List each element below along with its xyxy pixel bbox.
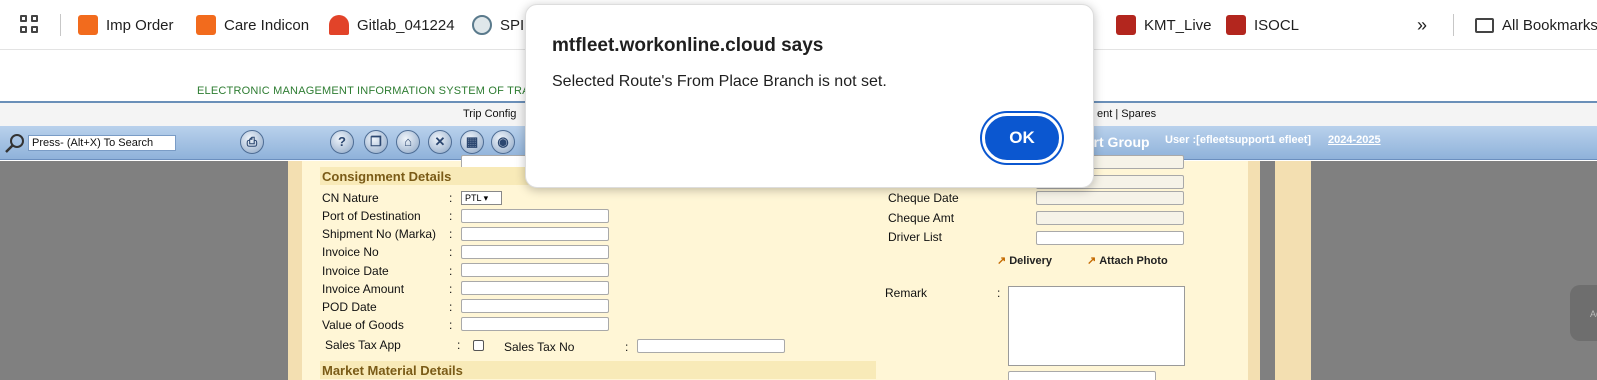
- external-link-icon: ↗: [997, 255, 1007, 267]
- invoice-amount-label: Invoice Amount: [322, 282, 405, 296]
- bookmark-label: Imp Order: [106, 16, 174, 34]
- bookmark-label: Gitlab_041224: [357, 16, 455, 34]
- orange-chart-icon: [196, 15, 216, 35]
- bookmark-kmt-live[interactable]: KMT_Live: [1116, 13, 1212, 37]
- content-area: Consignment Details CN Nature : PTL ▾ Po…: [0, 155, 1597, 380]
- delivery-link[interactable]: ↗ Delivery: [997, 254, 1052, 267]
- port-of-destination-input[interactable]: [461, 209, 609, 223]
- search-icon[interactable]: [4, 132, 26, 154]
- bookmark-label: ISOCL: [1254, 16, 1300, 34]
- bookmark-label: Care Indicon: [224, 16, 310, 34]
- partial-input[interactable]: [1008, 371, 1156, 380]
- calculator-icon[interactable]: ▦: [460, 130, 484, 154]
- colon: :: [449, 282, 453, 296]
- attach-photo-link[interactable]: ↗ Attach Photo: [1087, 254, 1168, 267]
- value-of-goods-label: Value of Goods: [322, 318, 404, 332]
- separator: [60, 14, 61, 36]
- camera-icon[interactable]: ◉: [491, 130, 515, 154]
- colon: :: [457, 338, 461, 352]
- port-of-destination-label: Port of Destination: [322, 209, 421, 223]
- driver-list-input[interactable]: [1036, 231, 1184, 245]
- colon: :: [625, 340, 629, 354]
- cheque-amt-label: Cheque Amt: [888, 211, 955, 225]
- folder-icon: [1475, 17, 1494, 33]
- print-icon[interactable]: ⎙: [240, 130, 264, 154]
- group-label: ort Group: [1085, 134, 1150, 150]
- cn-nature-label: CN Nature: [322, 191, 379, 205]
- app-banner: ELECTRONIC MANAGEMENT INFORMATION SYSTEM…: [197, 85, 530, 97]
- orange-chart-icon: [78, 15, 98, 35]
- help-icon[interactable]: ?: [330, 130, 354, 154]
- sales-tax-no-input[interactable]: [637, 339, 785, 353]
- bookmark-label: KMT_Live: [1144, 16, 1212, 34]
- remark-textarea[interactable]: [1008, 286, 1185, 366]
- colon: :: [449, 209, 453, 223]
- overflow-chevron-icon[interactable]: »: [1417, 13, 1427, 37]
- separator: [1453, 14, 1454, 36]
- search-input[interactable]: Press- (Alt+X) To Search: [28, 135, 176, 151]
- sales-tax-app-label: Sales Tax App: [325, 338, 401, 352]
- ok-button[interactable]: OK: [982, 113, 1062, 163]
- bookmark-spi[interactable]: SPI: [472, 13, 524, 37]
- user-label: User :[efleetsupport1 efleet]: [1165, 134, 1312, 146]
- invoice-amount-input[interactable]: [461, 281, 609, 295]
- pod-date-input[interactable]: [461, 299, 609, 313]
- dialog-title: mtfleet.workonline.cloud says: [552, 35, 824, 56]
- truck-icon: [1116, 15, 1136, 35]
- driver-list-label: Driver List: [888, 230, 943, 244]
- external-link-icon: ↗: [1087, 255, 1097, 267]
- side-tab-button[interactable]: Ad: [1570, 285, 1597, 341]
- apps-grid-icon[interactable]: [20, 15, 40, 35]
- bookmark-care-indicon[interactable]: Care Indicon: [196, 13, 309, 37]
- tools-icon[interactable]: ✕: [428, 130, 452, 154]
- menu-spares[interactable]: ent | Spares: [1097, 108, 1156, 120]
- colon: :: [449, 300, 453, 314]
- invoice-no-input[interactable]: [461, 245, 609, 259]
- invoice-date-input[interactable]: [461, 263, 609, 277]
- colon: :: [449, 318, 453, 332]
- remark-label: Remark: [885, 286, 928, 300]
- invoice-date-label: Invoice Date: [322, 264, 389, 278]
- bookmark-imp-order[interactable]: Imp Order: [78, 13, 174, 37]
- bookmark-gitlab[interactable]: Gitlab_041224: [329, 13, 455, 37]
- cn-nature-select[interactable]: PTL ▾: [461, 191, 502, 205]
- home-icon[interactable]: ⌂: [396, 130, 420, 154]
- market-material-details-header: Market Material Details: [320, 361, 876, 379]
- sales-tax-no-label: Sales Tax No: [504, 340, 575, 354]
- pod-date-label: POD Date: [322, 300, 377, 314]
- all-bookmarks-button[interactable]: All Bookmarks: [1475, 13, 1597, 37]
- colon: :: [449, 191, 453, 205]
- side-panel: [1275, 161, 1311, 380]
- shipment-no-input[interactable]: [461, 227, 609, 241]
- colon: :: [997, 286, 1001, 300]
- sales-tax-app-checkbox[interactable]: [473, 340, 484, 351]
- cheque-date-label: Cheque Date: [888, 191, 959, 205]
- all-bookmarks-label: All Bookmarks: [1502, 16, 1597, 34]
- cheque-amt-input[interactable]: [1036, 211, 1184, 225]
- copy-icon[interactable]: ❐: [364, 130, 388, 154]
- colon: :: [449, 245, 453, 259]
- gitlab-icon: [329, 15, 349, 35]
- bookmark-label: SPI: [500, 16, 525, 34]
- value-of-goods-input[interactable]: [461, 317, 609, 331]
- colon: :: [449, 227, 453, 241]
- dialog-message: Selected Route's From Place Branch is no…: [552, 73, 887, 90]
- screen: Imp Order Care Indicon Gitlab_041224 SPI…: [0, 0, 1597, 380]
- bookmark-isocl[interactable]: ISOCL: [1226, 13, 1299, 37]
- spiral-icon: [472, 15, 492, 35]
- menu-trip-config[interactable]: Trip Config: [463, 108, 516, 120]
- invoice-no-label: Invoice No: [322, 245, 379, 259]
- cheque-date-input[interactable]: [1036, 191, 1184, 205]
- shipment-no-label: Shipment No (Marka): [322, 227, 437, 241]
- financial-year-link[interactable]: 2024-2025: [1328, 134, 1381, 146]
- colon: :: [449, 264, 453, 278]
- truck-icon: [1226, 15, 1246, 35]
- alert-dialog: mtfleet.workonline.cloud says Selected R…: [525, 4, 1094, 188]
